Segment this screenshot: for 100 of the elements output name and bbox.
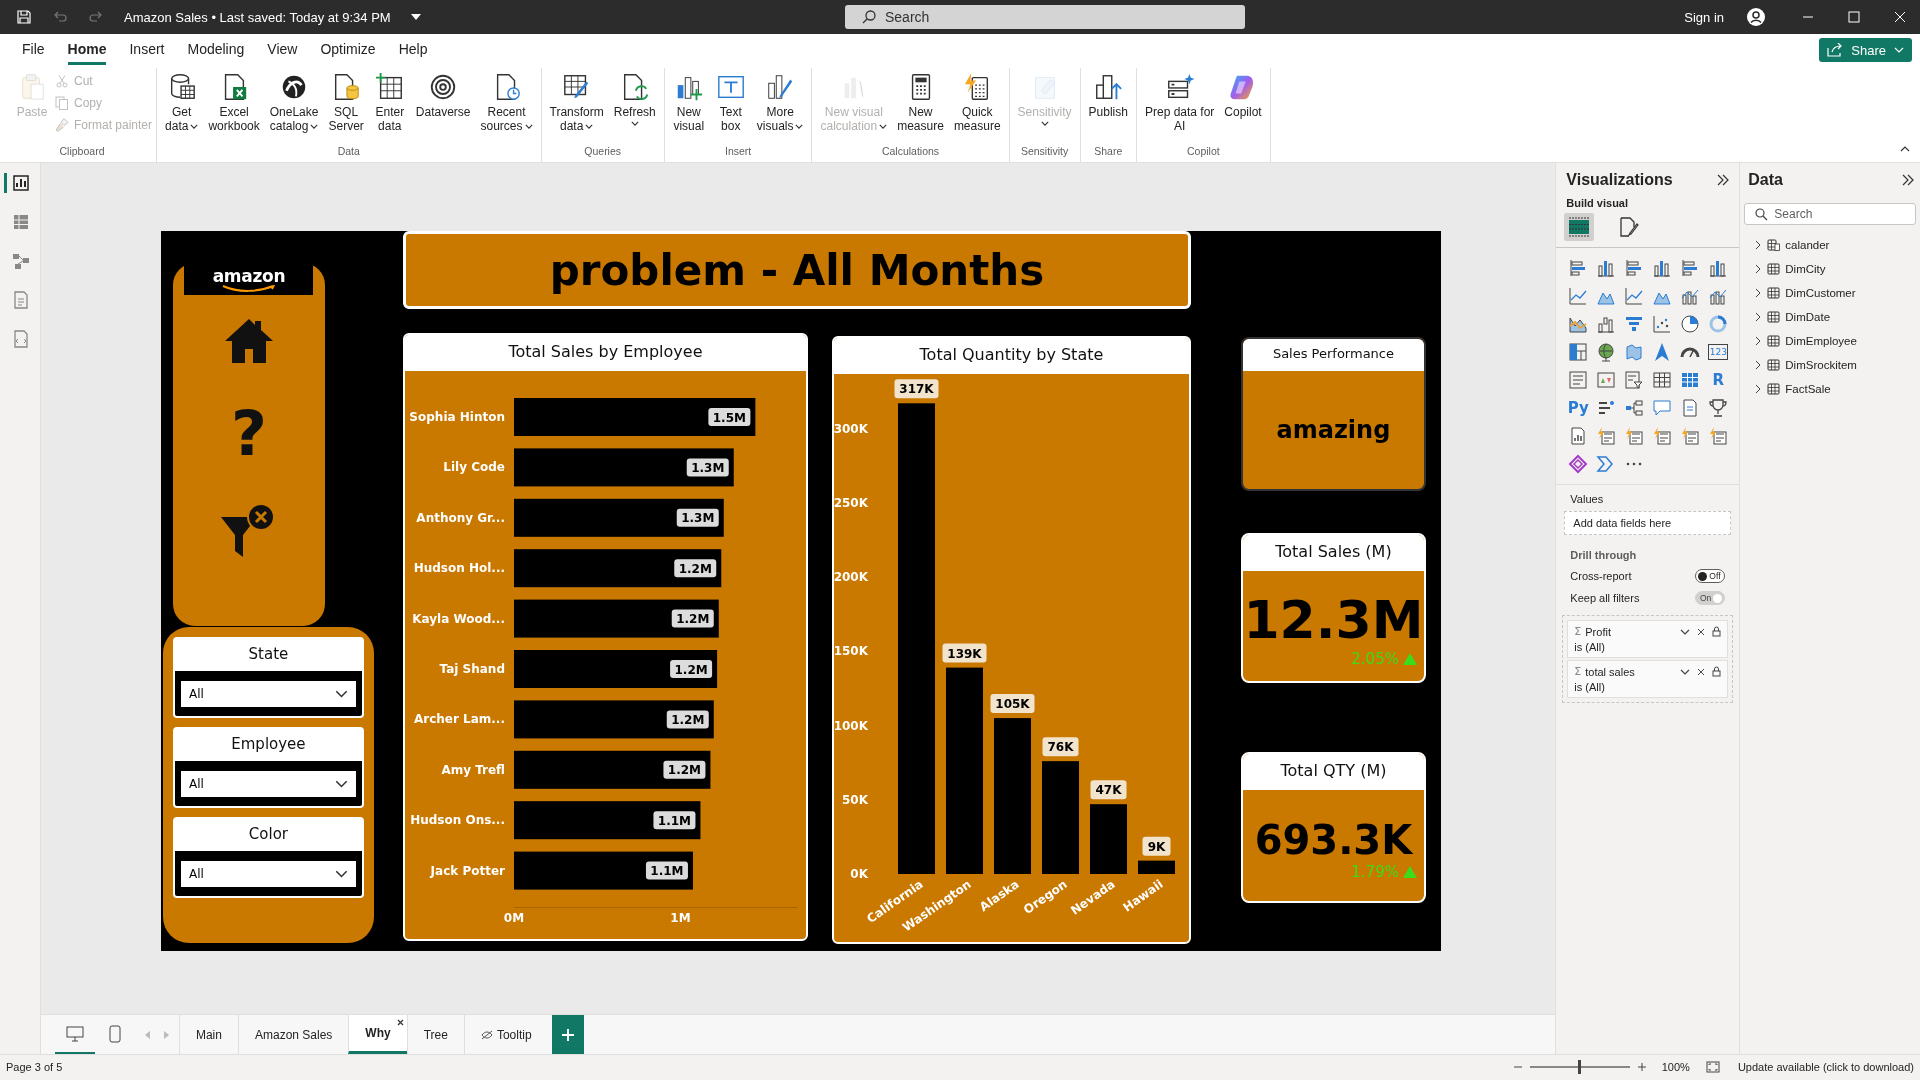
- line-chart-icon[interactable]: [1568, 286, 1589, 306]
- column-chart-icon[interactable]: [1652, 258, 1673, 278]
- ribbon-button[interactable]: Recent sources: [478, 68, 535, 133]
- build-visual-tab[interactable]: [1564, 213, 1595, 241]
- fit-to-page-icon[interactable]: [1705, 1061, 1720, 1074]
- funnel-icon[interactable]: [1624, 314, 1645, 334]
- donut-chart-icon[interactable]: [1708, 314, 1729, 334]
- pie-chart-icon[interactable]: [1680, 314, 1701, 334]
- ribbon-button[interactable]: Get data: [163, 68, 201, 133]
- toggle-switch[interactable]: Off: [1695, 569, 1726, 583]
- help-button[interactable]: ?: [226, 403, 271, 465]
- diamond-icon[interactable]: [1568, 454, 1589, 474]
- menu-tab[interactable]: View: [267, 35, 298, 65]
- lightning-visual-icon[interactable]: [1680, 426, 1701, 446]
- ribbon-button[interactable]: New measure: [895, 68, 946, 133]
- globe-icon[interactable]: [1596, 342, 1617, 362]
- script-visual-button[interactable]: R: [1708, 370, 1729, 390]
- caret-down-icon[interactable]: [410, 14, 421, 20]
- waterfall-chart-icon[interactable]: [1596, 314, 1617, 334]
- page-indicator: Page 3 of 5: [6, 1061, 63, 1074]
- scatter-chart-icon[interactable]: [1652, 314, 1673, 334]
- collapse-pane-icon[interactable]: [1902, 174, 1914, 186]
- card-visual-button[interactable]: 123: [1708, 344, 1729, 360]
- ribbon-button[interactable]: Refresh: [611, 68, 658, 126]
- field-list-item[interactable]: DimEmployee: [1740, 329, 1920, 353]
- table-icon[interactable]: [1652, 370, 1673, 390]
- ribbon-button[interactable]: Quick measure: [951, 68, 1003, 133]
- column-chart-icon[interactable]: [1708, 258, 1729, 278]
- lightning-visual-icon[interactable]: [1596, 426, 1617, 446]
- collapse-pane-icon[interactable]: [1717, 174, 1730, 186]
- ribbon-button[interactable]: Transform data: [547, 68, 606, 133]
- sign-in-link[interactable]: Sign in: [1684, 9, 1724, 25]
- add-page-button[interactable]: [551, 1015, 584, 1055]
- lightning-visual-icon[interactable]: [1708, 426, 1729, 446]
- close-icon[interactable]: [1697, 667, 1706, 676]
- filter-card[interactable]: Σ total sales is (All): [1567, 660, 1729, 698]
- kpi-icon[interactable]: [1596, 370, 1617, 390]
- field-list-item[interactable]: FactSale: [1740, 377, 1920, 401]
- update-link[interactable]: Update available (click to download): [1737, 1061, 1914, 1074]
- dropdown[interactable]: All: [180, 771, 356, 797]
- ribbon-button[interactable]: Publish: [1086, 68, 1130, 119]
- field-list-item[interactable]: DimSrockitem: [1740, 353, 1920, 377]
- ribbon-button[interactable]: Enter data: [371, 68, 408, 133]
- ribbon-button[interactable]: SQL Server: [326, 68, 366, 133]
- column-chart-icon[interactable]: [1596, 258, 1617, 278]
- menu-tab[interactable]: File: [22, 35, 45, 65]
- lightning-visual-icon[interactable]: [1652, 426, 1673, 446]
- field-list-item[interactable]: DimDate: [1740, 305, 1920, 329]
- page-tab[interactable]: Why: [348, 1015, 407, 1055]
- share-button[interactable]: Share: [1819, 38, 1912, 62]
- ribbon-button[interactable]: Copilot: [1222, 68, 1264, 119]
- undo-icon[interactable]: [52, 9, 68, 25]
- close-icon[interactable]: [1697, 627, 1706, 636]
- multi-row-card-icon[interactable]: [1568, 370, 1589, 390]
- dropdown[interactable]: All: [180, 681, 356, 707]
- filter-card[interactable]: Σ Profit is (All): [1567, 620, 1729, 658]
- redo-icon[interactable]: [88, 9, 104, 25]
- lock-icon[interactable]: [1712, 626, 1722, 637]
- trophy-icon[interactable]: [1708, 398, 1729, 418]
- zoom-slider-thumb[interactable]: [1578, 1060, 1582, 1075]
- plus-icon: [561, 1028, 574, 1041]
- drop-field[interactable]: Add data fields here: [1564, 511, 1732, 535]
- treemap-icon[interactable]: [1568, 342, 1589, 362]
- close-icon[interactable]: [396, 1019, 404, 1027]
- dropdown[interactable]: All: [180, 861, 356, 887]
- ribbon-button[interactable]: Prep data for AI: [1142, 68, 1217, 133]
- decomposition-tree-icon[interactable]: [1624, 398, 1645, 418]
- paintbrush-icon: [54, 117, 70, 133]
- ribbon-button[interactable]: OneLake catalog: [267, 68, 321, 133]
- menu-tab[interactable]: Insert: [129, 35, 165, 65]
- matrix-icon[interactable]: [1680, 370, 1701, 390]
- speech-bubble-icon[interactable]: [1652, 398, 1673, 418]
- menu-tab[interactable]: Optimize: [320, 35, 376, 65]
- line-chart-icon[interactable]: [1624, 286, 1645, 306]
- ribbon-group-label: Data: [336, 144, 361, 159]
- table-icon: [1767, 335, 1781, 347]
- search-field[interactable]: Search: [1744, 203, 1916, 225]
- ribbon-button[interactable]: More visuals: [754, 68, 806, 133]
- lock-icon[interactable]: [1712, 666, 1722, 677]
- lightning-visual-icon[interactable]: [1624, 426, 1645, 446]
- script-visual-button[interactable]: Py: [1568, 398, 1589, 418]
- menu-tab[interactable]: Help: [398, 35, 428, 65]
- scissors-icon: [54, 73, 70, 89]
- account-icon[interactable]: [1746, 7, 1766, 27]
- zoom-in-icon[interactable]: [1637, 1063, 1646, 1072]
- field-list-item[interactable]: DimCity: [1740, 257, 1920, 281]
- field-list-item[interactable]: DimCustomer: [1740, 281, 1920, 305]
- collapse-ribbon-icon[interactable]: [1900, 146, 1910, 152]
- menu-tab[interactable]: Modeling: [187, 35, 245, 65]
- slicer-icon[interactable]: [1624, 370, 1645, 390]
- map-icon[interactable]: [1624, 342, 1645, 362]
- calculated-table-icon: [1767, 239, 1781, 251]
- ribbon-button[interactable]: Excel workbook: [206, 68, 262, 133]
- save-icon[interactable]: [16, 9, 32, 25]
- maximize-icon[interactable]: [1848, 11, 1860, 23]
- ribbon-button[interactable]: Text box: [712, 68, 749, 133]
- ribbon-button[interactable]: Dataverse: [413, 68, 473, 119]
- field-list-item[interactable]: calander: [1740, 233, 1920, 257]
- ribbon-button[interactable]: New visual: [670, 68, 707, 133]
- search-field[interactable]: Search: [845, 5, 1245, 29]
